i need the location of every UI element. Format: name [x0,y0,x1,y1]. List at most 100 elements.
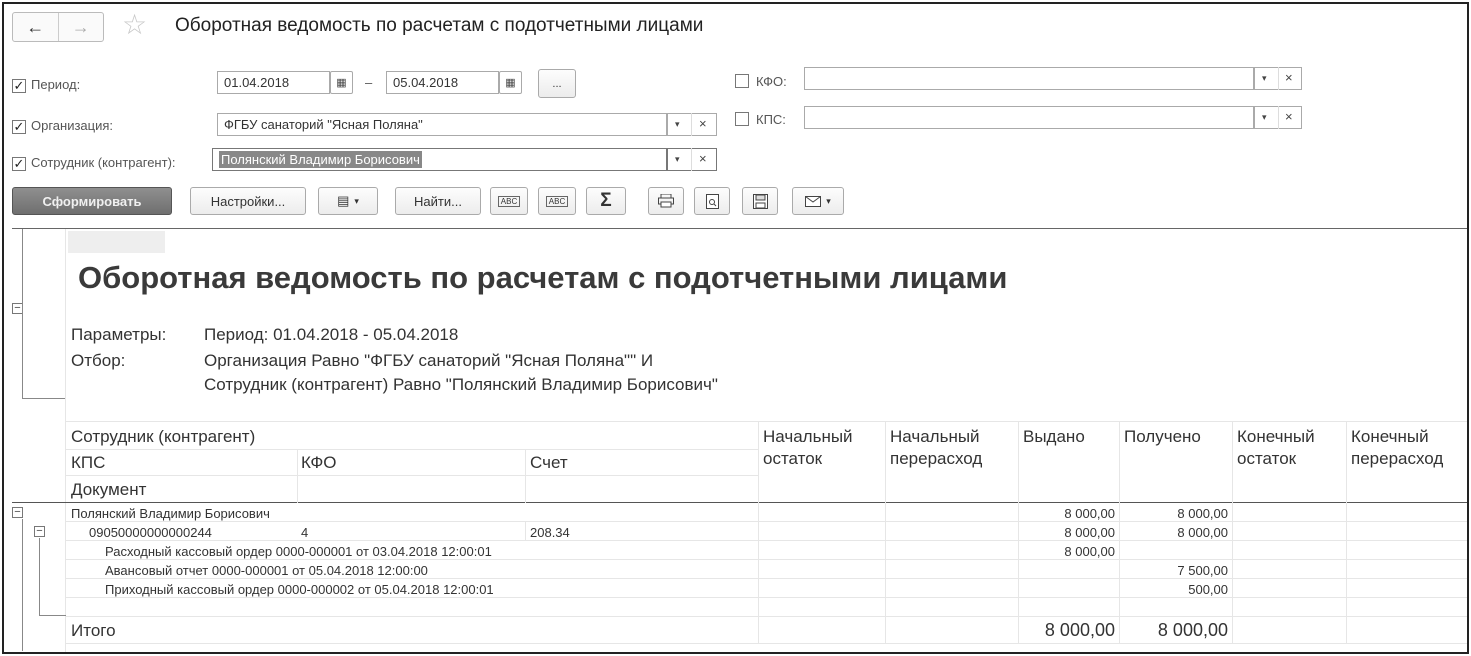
tree-line [22,229,23,399]
calendar-icon[interactable]: ▦ [499,71,522,94]
employee-field-value: Полянский Владимир Борисович [219,151,422,168]
header-kps: КПС [71,453,106,472]
period-check-mark: ✓ [12,78,26,93]
row-received: 8 000,00 [1177,506,1228,521]
period-to-field[interactable]: 05.04.2018 [386,71,499,94]
separator [691,148,692,171]
row-issued: 8 000,00 [1064,506,1115,521]
header-kfo: КФО [301,453,337,472]
separator [691,113,692,136]
generate-button[interactable]: Сформировать [12,187,172,215]
collapse-row-icon[interactable]: − [34,526,45,537]
gridline [66,597,1467,598]
gridline [1346,421,1347,644]
total-label: Итого [71,621,116,640]
period-checkbox[interactable]: ✓ [12,77,26,95]
employee-checkbox[interactable]: ✓ [12,155,26,173]
gridline [66,449,758,450]
preview-icon[interactable] [694,187,730,215]
gridline [525,449,526,503]
header-close-overspend-2: перерасход [1351,449,1444,468]
header-employee: Сотрудник (контрагент) [71,427,256,446]
print-icon[interactable] [648,187,684,215]
tree-line [22,398,65,399]
row-account: 208.34 [530,525,570,540]
tree-line [39,615,66,616]
tree-line [22,519,23,651]
back-button[interactable]: ← [13,13,58,41]
organization-field[interactable]: ФГБУ санаторий "Ясная Поляна" [217,113,667,136]
row-kfo: 4 [301,525,309,540]
dropdown-icon[interactable]: ▾ [1262,73,1267,84]
header-open-overspend-2: перерасход [890,449,983,468]
sum-button[interactable]: Σ [586,187,626,215]
send-email-button[interactable]: ▾ [792,187,844,215]
settings-button[interactable]: Настройки... [190,187,306,215]
gridline [66,578,1467,579]
report-corner-cell [68,231,165,253]
gridline [525,522,526,541]
header-account: Счет [530,453,568,472]
dropdown-icon[interactable]: ▾ [675,154,680,165]
gridline [66,540,1467,541]
tree-line [39,538,40,615]
favorite-star-icon[interactable]: ☆ [122,10,147,40]
header-open-balance-2: остаток [763,449,823,468]
period-from-field[interactable]: 01.04.2018 [217,71,330,94]
kps-field[interactable] [804,106,1254,129]
organization-label: Организация: [31,118,114,133]
row-issued: 8 000,00 [1064,525,1115,540]
separator [1278,67,1279,90]
header-open-balance-1: Начальный [763,427,853,446]
forward-button[interactable]: → [57,13,104,41]
clear-icon[interactable]: × [699,151,707,166]
row-document[interactable]: Приходный кассовый ордер 0000-000002 от … [105,582,494,597]
gridline [66,475,758,476]
collapse-row-icon[interactable]: − [12,507,23,518]
kps-label: КПС: [756,112,786,127]
variants-button[interactable]: ▤ ▾ [318,187,378,215]
collapse-groups-icon[interactable]: ABC [490,187,528,215]
organization-check-mark: ✓ [12,119,26,134]
filter-label: Отбор: [71,351,126,370]
period-dash: – [365,75,373,90]
expand-groups-icon[interactable]: ABC [538,187,576,215]
find-button[interactable]: Найти... [395,187,481,215]
row-received: 500,00 [1188,582,1228,597]
header-open-overspend-1: Начальный [890,427,980,446]
header-close-balance-1: Конечный [1237,427,1315,446]
period-select-button[interactable]: ... [538,69,576,98]
gridline [297,449,298,503]
filter-line-1: Организация Равно "ФГБУ санаторий "Ясная… [204,351,654,370]
calendar-icon[interactable]: ▦ [330,71,353,94]
total-received: 8 000,00 [1157,620,1228,640]
total-issued: 8 000,00 [1044,620,1115,640]
dropdown-icon[interactable]: ▾ [1262,112,1267,123]
gridline [66,521,1467,522]
header-document: Документ [71,480,147,499]
kfo-field[interactable] [804,67,1254,90]
employee-field[interactable]: Полянский Владимир Борисович [212,148,667,171]
dropdown-icon: ▾ [826,195,831,206]
header-received: Получено [1124,427,1201,446]
kfo-checkbox[interactable] [735,74,749,93]
separator [1278,106,1279,129]
gridline [66,643,1467,644]
period-label: Период: [31,77,81,92]
clear-icon[interactable]: × [1285,70,1293,85]
params-value: Период: 01.04.2018 - 05.04.2018 [204,325,459,344]
organization-checkbox[interactable]: ✓ [12,118,26,136]
gridline [758,421,759,644]
clear-icon[interactable]: × [1285,109,1293,124]
kps-checkbox[interactable] [735,112,749,131]
navigation-buttons: ← → [12,12,104,42]
gridline [66,616,1467,617]
row-employee: Полянский Владимир Борисович [71,506,270,521]
row-document[interactable]: Авансовый отчет 0000-000001 от 05.04.201… [105,563,428,578]
row-received: 7 500,00 [1177,563,1228,578]
dropdown-icon[interactable]: ▾ [675,119,680,130]
clear-icon[interactable]: × [699,116,707,131]
save-icon[interactable] [742,187,778,215]
row-document[interactable]: Расходный кассовый ордер 0000-000001 от … [105,544,492,559]
kfo-label: КФО: [756,74,787,89]
